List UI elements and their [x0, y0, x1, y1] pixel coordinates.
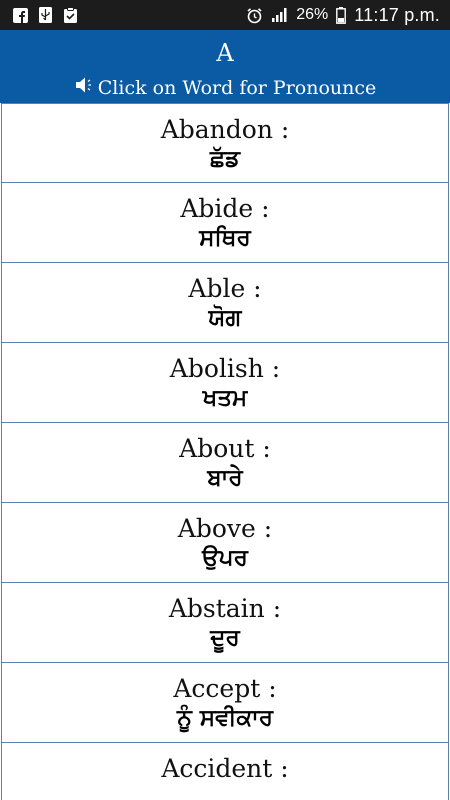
- english-word[interactable]: Abandon :: [2, 104, 448, 144]
- clock: 11:17 p.m.: [354, 4, 440, 25]
- page-title: A: [216, 39, 234, 67]
- punjabi-meaning: ਨੂੰ ਸਵੀਕਾਰ: [176, 705, 274, 731]
- word-item-abide[interactable]: Abide : ਸਥਿਰ: [1, 183, 449, 263]
- punjabi-meaning: ਖਤਮ: [202, 385, 248, 411]
- word-item-abstain[interactable]: Abstain : ਦੂਰ: [1, 583, 449, 663]
- alarm-icon: [246, 7, 263, 24]
- english-word[interactable]: About :: [2, 423, 448, 463]
- word-item-above[interactable]: Above : ਉਪਰ: [1, 503, 449, 583]
- word-item-about[interactable]: About : ਬਾਰੇ: [1, 423, 449, 503]
- punjabi-meaning: ਛੱਡ: [209, 146, 241, 172]
- punjabi-meaning: ਉਪਰ: [202, 545, 248, 571]
- punjabi-meaning: ਬਾਰੇ: [207, 465, 243, 491]
- pronounce-hint: Click on Word for Pronounce: [0, 75, 450, 100]
- punjabi-meaning: ਦੂਰ: [210, 625, 240, 651]
- english-word[interactable]: Abolish :: [2, 343, 448, 383]
- pronounce-hint-text: Click on Word for Pronounce: [97, 76, 377, 99]
- facebook-icon: [12, 7, 29, 24]
- status-bar: 26% 11:17 p.m.: [0, 0, 450, 30]
- word-item-abandon[interactable]: Abandon : ਛੱਡ: [1, 103, 449, 183]
- battery-percent: 26%: [296, 6, 329, 23]
- usb-icon: [37, 7, 54, 24]
- app-header: A Click on Word for Pronounce: [0, 30, 450, 103]
- word-item-able[interactable]: Able : ਯੋਗ: [1, 263, 449, 343]
- english-word[interactable]: Abide :: [2, 183, 448, 223]
- speaker-icon: [74, 75, 96, 100]
- english-word[interactable]: Above :: [2, 503, 448, 543]
- punjabi-meaning: ਯੋਗ: [208, 305, 242, 331]
- word-item-accept[interactable]: Accept : ਨੂੰ ਸਵੀਕਾਰ: [1, 663, 449, 743]
- word-item-accident[interactable]: Accident :: [1, 743, 449, 800]
- english-word[interactable]: Accept :: [2, 663, 448, 703]
- punjabi-meaning: ਸਥਿਰ: [199, 225, 251, 251]
- english-word[interactable]: Abstain :: [2, 583, 448, 623]
- battery-icon: [336, 6, 347, 24]
- word-item-abolish[interactable]: Abolish : ਖਤਮ: [1, 343, 449, 423]
- word-list: Abandon : ਛੱਡ Abide : ਸਥਿਰ Able : ਯੋਗ Ab…: [0, 103, 450, 800]
- english-word[interactable]: Able :: [2, 263, 448, 303]
- signal-icon: [271, 7, 288, 24]
- clipboard-check-icon: [62, 7, 79, 24]
- english-word[interactable]: Accident :: [2, 743, 448, 783]
